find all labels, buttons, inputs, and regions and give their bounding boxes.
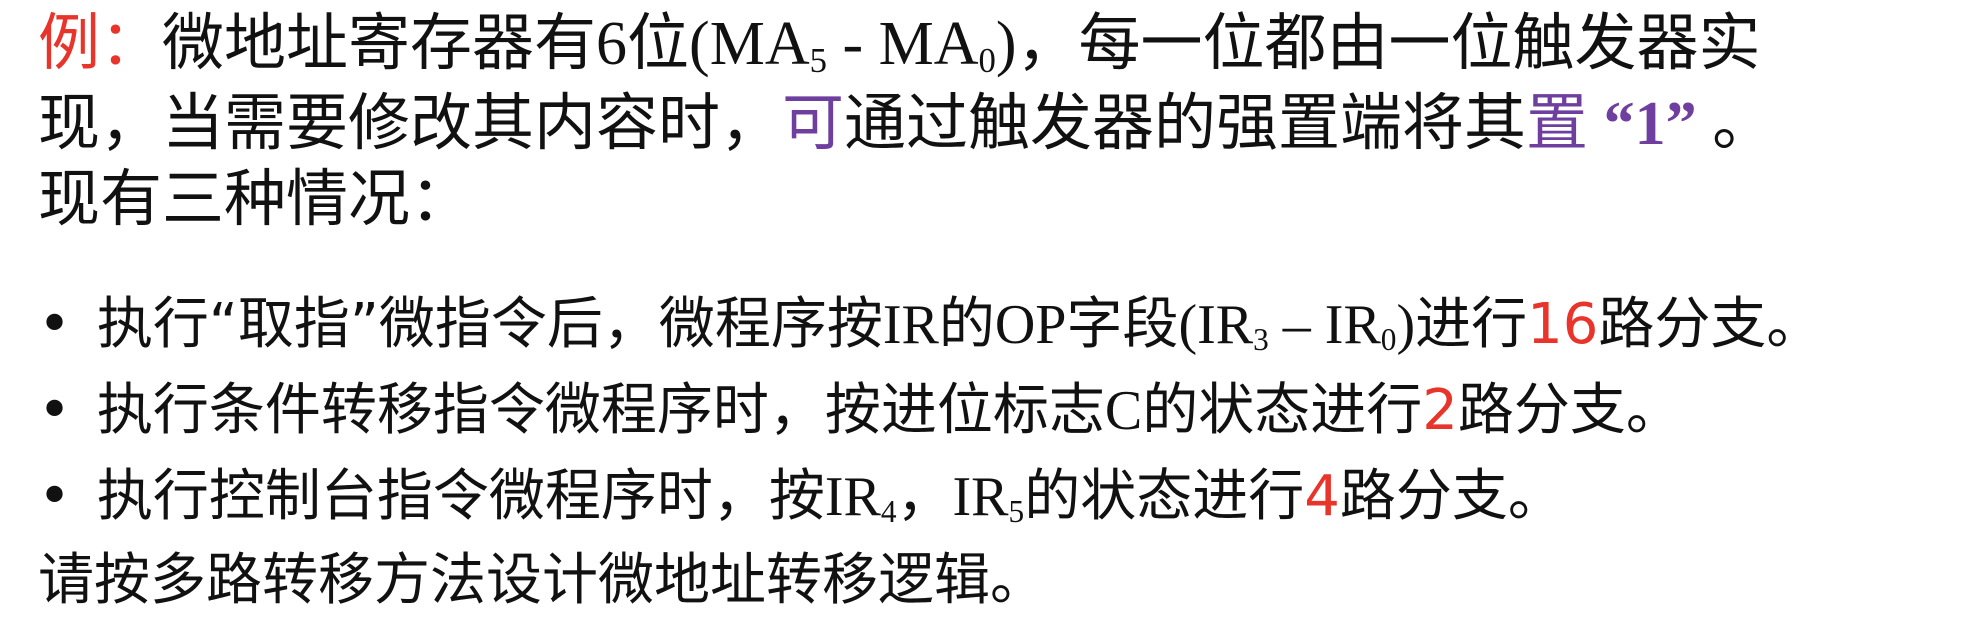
slide: 例：微地址寄存器有6位(MA5 - MA0)，每一位都由一位触发器实 现，当需要…	[0, 0, 1980, 632]
highlight-text: 可	[782, 86, 845, 159]
register-range: (MA5 - MA0)	[689, 10, 1017, 80]
intro-line-1: 例：微地址寄存器有6位(MA5 - MA0)，每一位都由一位触发器实	[38, 6, 1761, 90]
highlight-text: 置	[1526, 86, 1589, 159]
branch-count: 2	[1422, 378, 1458, 443]
bullet-text: 执行条件转移指令微程序时，按进位标志	[79, 378, 1105, 443]
register-range-sub-low: 0	[978, 40, 996, 80]
register-sub: 4	[880, 493, 897, 529]
register-range-close: )	[995, 10, 1017, 78]
intro-text: 微地址寄存器有	[162, 6, 597, 79]
bullet-dot: •	[38, 378, 72, 443]
bullet-text: 的状态进行	[1142, 378, 1423, 443]
closing-text: 请按多路转移方法设计微地址转移逻辑。	[38, 548, 1046, 613]
separator: ，	[896, 464, 953, 529]
register-range-open: (MA	[689, 10, 810, 78]
bullet-text: 的	[938, 292, 995, 357]
intro-text: 通过触发器的强置端将其	[844, 86, 1527, 159]
register-name: IR	[824, 466, 881, 528]
intro-text: 现有三种情况：	[38, 162, 473, 235]
register-range-open: (IR	[1178, 294, 1254, 356]
intro-text: 现，当需要修改其内容时，	[38, 86, 783, 159]
bullet-dot: •	[38, 292, 72, 357]
closing-instruction: 请按多路转移方法设计微地址转移逻辑。	[38, 546, 1046, 616]
intro-text: 。	[1712, 86, 1775, 159]
bit-count: 6	[596, 10, 628, 78]
example-label: 例：	[38, 6, 163, 79]
bullet-text: 执行“取指”微指令后，微程序按	[79, 292, 883, 357]
field-name: OP	[994, 294, 1067, 356]
bullet-text: 的状态进行	[1024, 464, 1305, 529]
register-range-sub-high: 3	[1253, 321, 1269, 357]
bullet-text: 路分支。	[1457, 378, 1682, 443]
register-range-mid: – IR	[1268, 294, 1381, 356]
register-ref: IR4	[824, 466, 897, 529]
register-ref: IR5	[952, 466, 1025, 529]
bullet-text: 执行控制台指令微程序时，按	[79, 464, 825, 529]
bullet-item-2: • 执行条件转移指令微程序时，按进位标志C的状态进行2路分支。	[38, 376, 1682, 446]
highlight-quote: “1”	[1588, 90, 1713, 158]
register-sub: 5	[1008, 493, 1025, 529]
carry-flag: C	[1104, 380, 1143, 442]
register-range-mid: - MA	[826, 10, 979, 78]
bullet-text: 进行	[1415, 292, 1528, 357]
bullet-text: 路分支。	[1339, 464, 1564, 529]
intro-text: ，每一位都由一位触发器实	[1016, 6, 1761, 79]
register-range-close: )	[1396, 294, 1416, 356]
register-range-sub-high: 5	[809, 40, 827, 80]
register-range: (IR3 – IR0)	[1178, 294, 1416, 357]
intro-line-2: 现，当需要修改其内容时，可通过触发器的强置端将其置 “1” 。	[38, 86, 1774, 161]
intro-line-3: 现有三种情况：	[38, 162, 472, 236]
intro-text: 位	[627, 6, 690, 79]
bullet-item-3: • 执行控制台指令微程序时，按IR4，IR5的状态进行4路分支。	[38, 462, 1564, 540]
branch-count: 16	[1527, 292, 1599, 357]
bullet-item-1: • 执行“取指”微指令后，微程序按IR的OP字段(IR3 – IR0)进行16路…	[38, 290, 1822, 368]
bullet-text: 字段	[1066, 292, 1179, 357]
register-name: IR	[952, 466, 1009, 528]
branch-count: 4	[1304, 464, 1340, 529]
register-range-sub-low: 0	[1380, 321, 1397, 357]
register-name: IR	[882, 294, 939, 356]
bullet-dot: •	[38, 464, 72, 529]
bullet-text: 路分支。	[1598, 292, 1823, 357]
